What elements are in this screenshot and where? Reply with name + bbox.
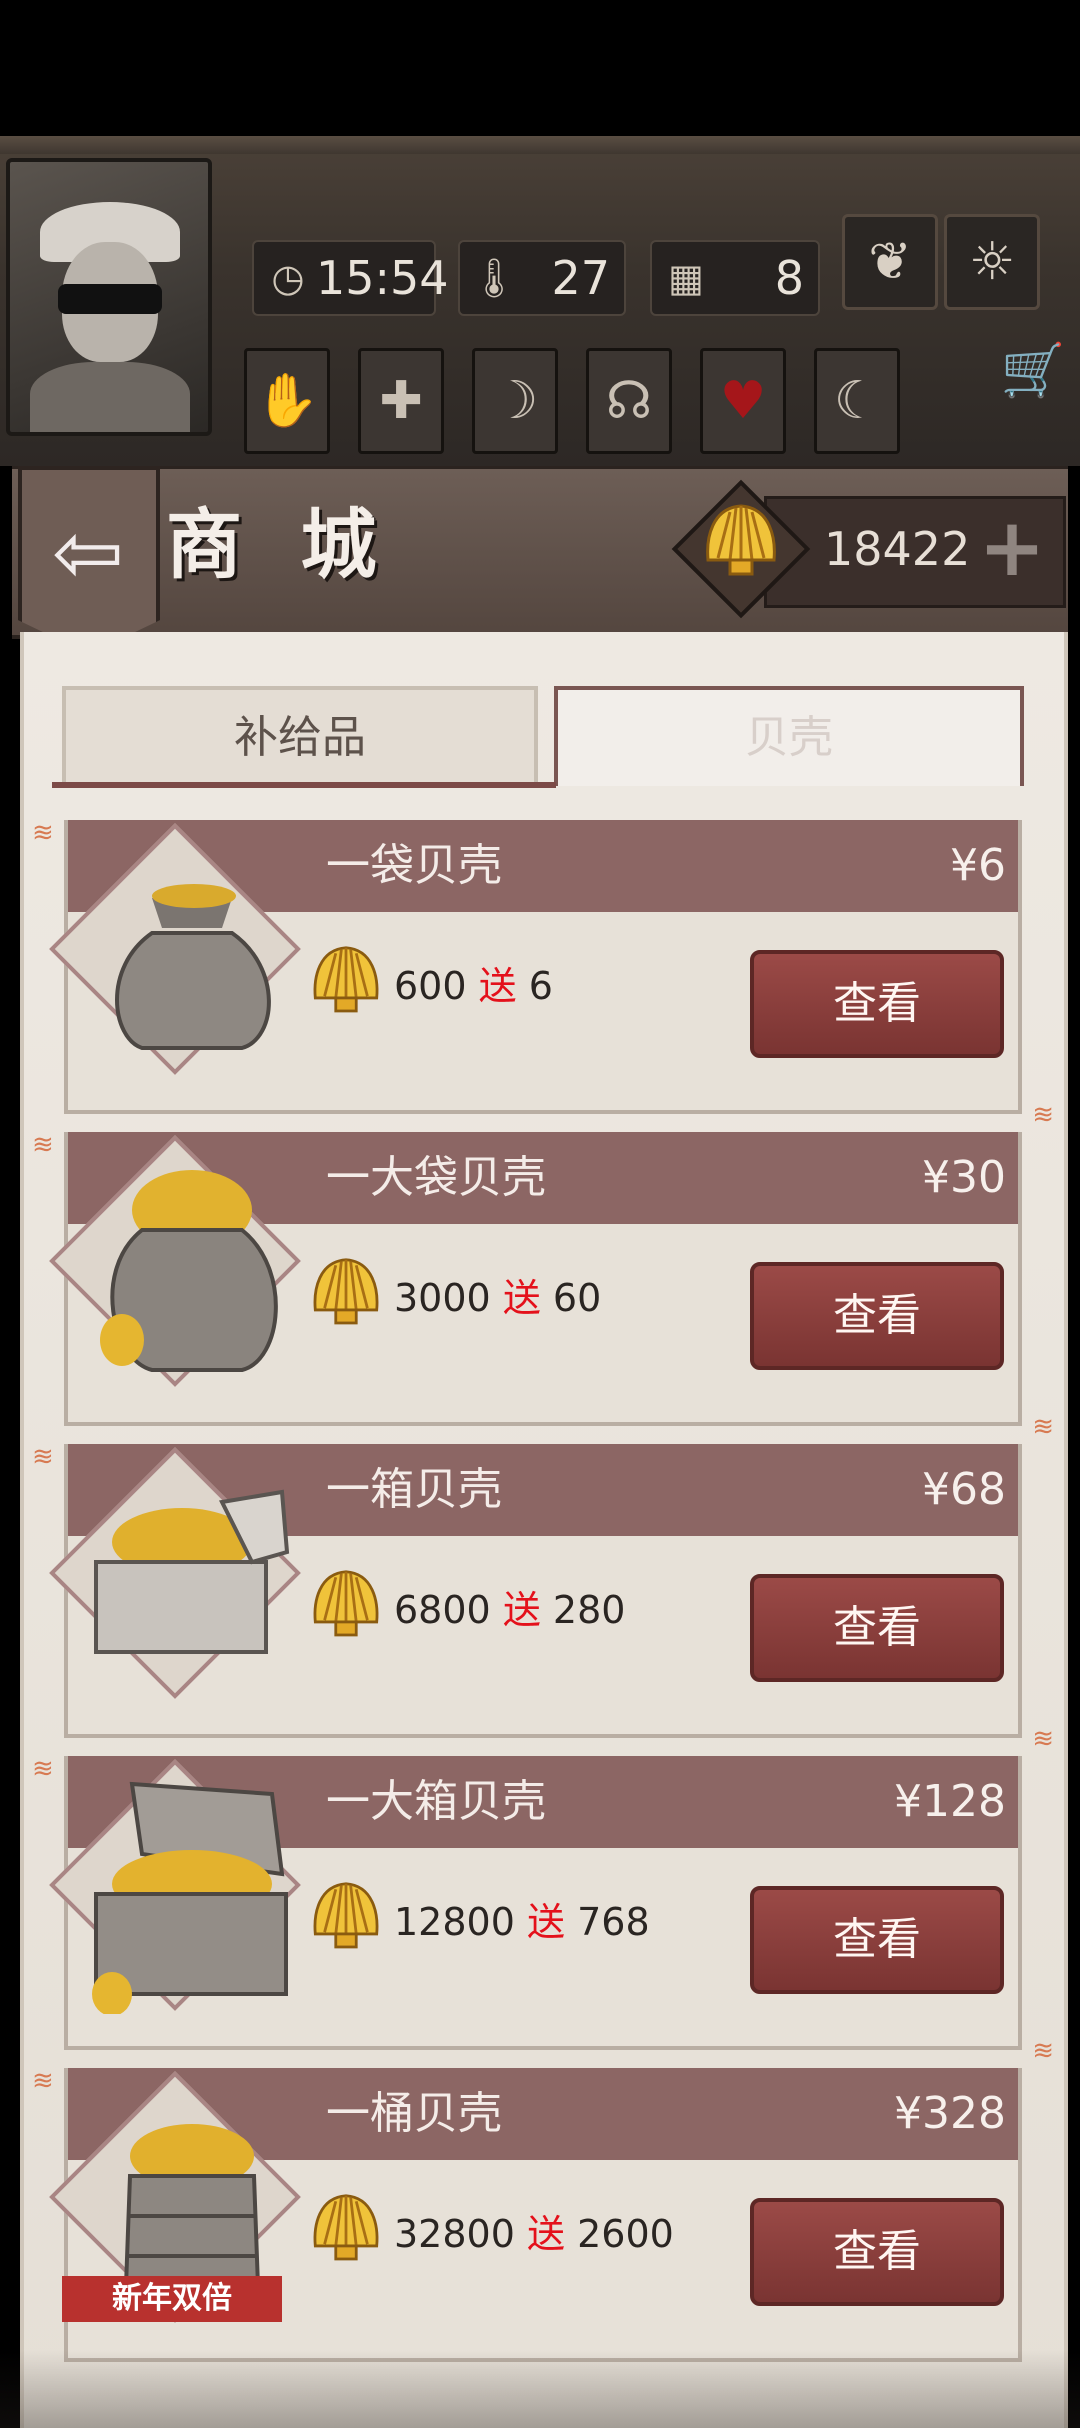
day-display: ▦ 8 — [650, 240, 820, 316]
product-name: 一箱贝壳 — [326, 1464, 502, 1515]
product-amount: 3000 送 60 — [394, 1258, 601, 1338]
bottom-shadow — [0, 2350, 1080, 2428]
hand-button[interactable]: ✋ — [244, 348, 330, 454]
health-button[interactable]: ♥ — [700, 348, 786, 454]
back-button[interactable]: ⇦ — [18, 466, 160, 654]
product-price: ¥6 — [950, 840, 1006, 891]
brain-button[interactable]: ☊ — [586, 348, 672, 454]
gift-label: 送 — [502, 1588, 541, 1632]
shell-large-bag-icon — [100, 1170, 278, 1372]
shell-amount: 6800 — [394, 1588, 491, 1632]
shell-icon — [706, 504, 776, 576]
view-button[interactable]: 查看 — [750, 2198, 1004, 2306]
time-value: 15:54 — [316, 251, 449, 305]
product-amount: 12800 送 768 — [394, 1882, 650, 1962]
tab-supplies[interactable]: 补给品 — [62, 686, 538, 786]
decor-curl-icon: ≋ — [1032, 1412, 1054, 1442]
shell-amount: 600 — [394, 964, 467, 1008]
avatar-glasses — [58, 284, 162, 314]
bonus-amount: 280 — [552, 1588, 626, 1632]
temperature-display: 🌡 27 — [458, 240, 626, 316]
view-button[interactable]: 查看 — [750, 1574, 1004, 1682]
bonus-amount: 2600 — [577, 2212, 674, 2256]
product-price: ¥128 — [894, 1776, 1006, 1827]
medical-cross-icon: ✚ — [379, 371, 423, 431]
product-card-large-bag: ≋ 一大袋贝壳 ¥30 3000 送 60 查看 ≋ — [32, 1130, 1054, 1442]
bonus-amount: 6 — [528, 964, 553, 1008]
stomach-button[interactable]: ☽ — [472, 348, 558, 454]
player-avatar[interactable] — [6, 158, 212, 436]
add-shells-button[interactable]: + — [976, 508, 1048, 588]
avatar-body — [30, 362, 190, 432]
product-amount: 32800 送 2600 — [394, 2194, 674, 2274]
decor-curl-icon: ≋ — [1032, 1100, 1054, 1130]
shell-chest-icon — [94, 1489, 290, 1654]
calendar-icon: ▦ — [668, 256, 704, 300]
bonus-amount: 768 — [577, 1900, 650, 1944]
product-name: 一大袋贝壳 — [326, 1152, 546, 1203]
day-value: 8 — [774, 251, 804, 305]
shell-bag-icon — [115, 884, 271, 1050]
shopping-cart-icon[interactable]: 🛒 — [1000, 338, 1066, 404]
shell-amount: 3000 — [394, 1276, 491, 1320]
shell-large-chest-icon — [92, 1781, 288, 2014]
decor-curl-icon: ≋ — [1032, 1724, 1054, 1754]
shell-icon — [313, 1882, 379, 1949]
product-name: 一袋贝壳 — [326, 840, 502, 891]
gift-label: 送 — [478, 964, 517, 1008]
gift-label: 送 — [502, 1276, 541, 1320]
shell-icon — [313, 1570, 379, 1637]
tab-shells[interactable]: 贝壳 — [554, 686, 1024, 786]
view-button[interactable]: 查看 — [750, 950, 1004, 1058]
sun-icon[interactable]: ☼ — [944, 214, 1040, 310]
page-title: 商 城 — [166, 500, 393, 589]
shell-icon — [313, 1258, 379, 1325]
stomach-icon: ☽ — [491, 371, 539, 431]
temperature-value: 27 — [551, 251, 610, 305]
shell-balance: 18422 + — [671, 479, 1066, 619]
brain-icon: ☊ — [605, 371, 653, 431]
product-price: ¥30 — [922, 1152, 1006, 1203]
bonus-amount: 60 — [552, 1276, 602, 1320]
leaf-icon[interactable]: ❦ — [842, 214, 938, 310]
heart-icon: ♥ — [719, 371, 767, 431]
new-year-double-badge: 新年双倍 — [62, 2276, 282, 2322]
gift-label: 送 — [526, 2212, 565, 2256]
moon-icon: ☾ — [833, 371, 881, 431]
sleep-button[interactable]: ☾ — [814, 348, 900, 454]
clock-icon: ◷ — [271, 256, 305, 300]
shell-amount: 12800 — [394, 1900, 515, 1944]
thermometer-icon: 🌡 — [469, 256, 519, 300]
product-card-box: ≋ 一箱贝壳 ¥68 6800 送 280 查看 ≋ — [32, 1442, 1054, 1754]
shell-amount: 32800 — [394, 2212, 515, 2256]
decor-curl-icon: ≋ — [1032, 2036, 1054, 2066]
gift-label: 送 — [526, 1900, 565, 1944]
view-button[interactable]: 查看 — [750, 1886, 1004, 1994]
product-name: 一大箱贝壳 — [326, 1776, 546, 1827]
back-arrow-icon: ⇦ — [51, 503, 125, 603]
hand-icon: ✋ — [254, 371, 320, 431]
product-price: ¥328 — [894, 2088, 1006, 2139]
shell-icon — [313, 946, 379, 1013]
tab-underline — [52, 782, 556, 788]
product-name: 一桶贝壳 — [326, 2088, 502, 2139]
medical-button[interactable]: ✚ — [358, 348, 444, 454]
product-card-large-box: ≋ 一大箱贝壳 ¥128 12800 送 768 查看 ≋ — [32, 1754, 1054, 2066]
shell-icon — [313, 2194, 379, 2261]
product-amount: 6800 送 280 — [394, 1570, 625, 1650]
time-display: ◷ 15:54 — [252, 240, 449, 316]
product-price: ¥68 — [922, 1464, 1006, 1515]
balance-value: 18422 — [824, 522, 971, 576]
product-amount: 600 送 6 — [394, 946, 553, 1026]
view-button[interactable]: 查看 — [750, 1262, 1004, 1370]
product-card-bag: ≋ 一袋贝壳 ¥6 600 送 6 查看 ≋ — [32, 818, 1054, 1130]
